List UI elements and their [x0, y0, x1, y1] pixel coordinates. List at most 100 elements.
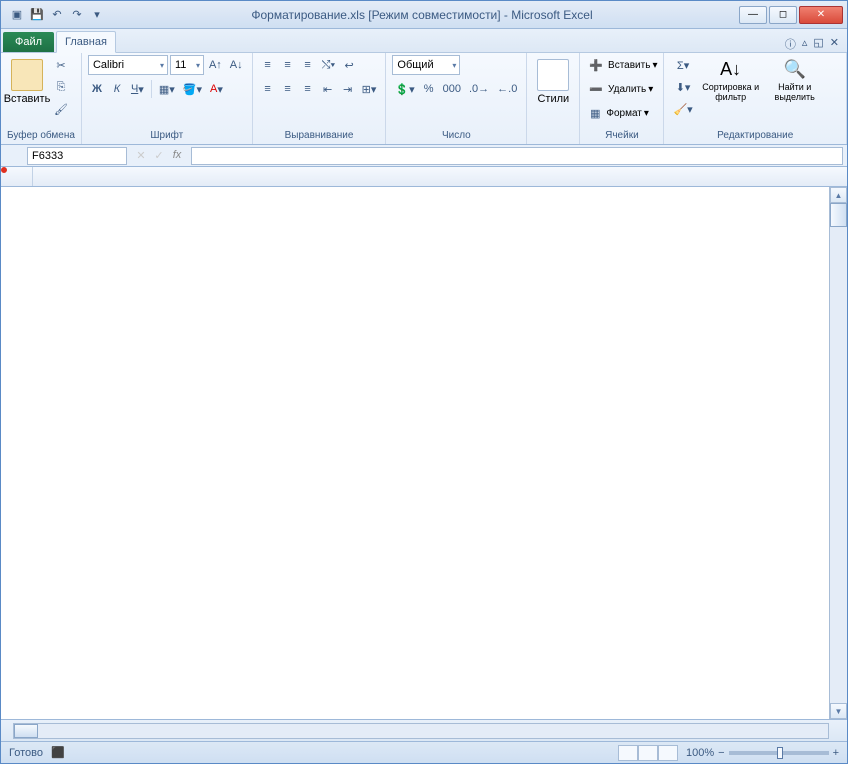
currency-icon[interactable]: 💲▾ — [392, 79, 417, 99]
data-rows — [1, 187, 847, 719]
zoom-slider[interactable] — [729, 751, 829, 755]
scroll-up-icon[interactable]: ▲ — [830, 187, 847, 203]
sheet-tab-bar — [1, 719, 847, 741]
qat-dropdown-icon[interactable]: ▾ — [89, 7, 105, 23]
group-alignment: ≡ ≡ ≡ ⤭▾ ↩ ≡ ≡ ≡ ⇤ ⇥ ⊞▾ Выравнивание — [253, 53, 387, 144]
horizontal-scrollbar[interactable] — [13, 723, 829, 739]
save-icon[interactable]: 💾 — [29, 7, 45, 23]
align-label: Выравнивание — [259, 128, 380, 144]
scroll-down-icon[interactable]: ▼ — [830, 703, 847, 719]
file-tab[interactable]: Файл — [3, 32, 54, 52]
column-headers — [1, 167, 847, 187]
clear-icon[interactable]: 🧹▾ — [670, 99, 695, 119]
align-middle-icon[interactable]: ≡ — [279, 55, 297, 75]
border-icon[interactable]: ▦▾ — [156, 79, 178, 99]
minimize-button[interactable]: — — [739, 6, 767, 24]
cut-icon[interactable]: ✂ — [51, 55, 71, 75]
autosum-icon[interactable]: Σ▾ — [670, 55, 695, 75]
select-all-corner[interactable] — [1, 167, 33, 186]
align-left-icon[interactable]: ≡ — [259, 79, 277, 99]
maximize-button[interactable]: ◻ — [769, 6, 797, 24]
wrap-text-icon[interactable]: ↩ — [340, 55, 358, 75]
align-right-icon[interactable]: ≡ — [299, 79, 317, 99]
sort-filter-icon: A↓ — [720, 59, 741, 80]
ribbon-tabs: Файл Главная ⓘ ▵ ◱ ✕ — [1, 29, 847, 53]
cancel-formula-icon[interactable]: ✕ — [133, 149, 149, 162]
close-doc-icon[interactable]: ✕ — [830, 36, 839, 52]
increase-decimal-icon[interactable]: .0→ — [466, 79, 492, 99]
group-font: Calibri 11 A↑ A↓ Ж К Ч▾ ▦▾ 🪣▾ A▾ Шрифт — [82, 53, 253, 144]
number-format-combo[interactable]: Общий — [392, 55, 460, 75]
group-editing: Σ▾ ⬇▾ 🧹▾ A↓ Сортировка и фильтр 🔍 Найти … — [664, 53, 847, 144]
comma-icon[interactable]: 000 — [440, 79, 464, 99]
ribbon: Вставить ✂ ⎘ 🖌 Буфер обмена Calibri 11 A… — [1, 53, 847, 145]
vertical-scrollbar[interactable]: ▲ ▼ — [829, 187, 847, 719]
status-ready: Готово — [9, 747, 43, 759]
decrease-decimal-icon[interactable]: ←.0 — [494, 79, 520, 99]
decrease-font-icon[interactable]: A↓ — [227, 55, 246, 75]
format-cells-icon[interactable]: ▦ — [586, 103, 604, 123]
orientation-icon[interactable]: ⤭▾ — [319, 55, 338, 75]
name-box[interactable]: F6333 — [27, 147, 127, 165]
scroll-thumb[interactable] — [830, 203, 847, 227]
font-size-combo[interactable]: 11 — [170, 55, 204, 75]
merge-icon[interactable]: ⊞▾ — [359, 79, 380, 99]
paste-button[interactable]: Вставить — [7, 55, 47, 105]
find-label: Найти и выделить — [766, 82, 824, 102]
restore-doc-icon[interactable]: ◱ — [813, 36, 823, 52]
copy-icon[interactable]: ⎘ — [51, 77, 71, 97]
sort-label: Сортировка и фильтр — [700, 82, 762, 102]
font-color-icon[interactable]: A▾ — [207, 79, 226, 99]
group-cells: ➕Вставить▾ ➖Удалить▾ ▦Формат▾ Ячейки — [580, 53, 664, 144]
excel-icon: ▣ — [9, 7, 25, 23]
accept-formula-icon[interactable]: ✓ — [151, 149, 167, 162]
minimize-ribbon-icon[interactable]: ▵ — [802, 36, 808, 52]
ribbon-tab-главная[interactable]: Главная — [56, 31, 116, 53]
styles-button[interactable]: Стили — [533, 55, 573, 105]
clipboard-label: Буфер обмена — [7, 128, 75, 144]
fx-icon[interactable]: fx — [169, 149, 185, 162]
delete-cells-icon[interactable]: ➖ — [586, 79, 606, 99]
hscroll-thumb[interactable] — [14, 724, 38, 738]
styles-label: Стили — [537, 93, 569, 105]
close-button[interactable]: ✕ — [799, 6, 843, 24]
increase-indent-icon[interactable]: ⇥ — [339, 79, 357, 99]
undo-icon[interactable]: ↶ — [49, 7, 65, 23]
window-title: Форматирование.xls [Режим совместимости]… — [105, 8, 739, 22]
styles-group-label — [533, 128, 573, 144]
formula-input[interactable] — [191, 147, 843, 165]
align-top-icon[interactable]: ≡ — [259, 55, 277, 75]
redo-icon[interactable]: ↷ — [69, 7, 85, 23]
page-layout-view-icon[interactable] — [638, 745, 658, 761]
zoom-out-icon[interactable]: − — [718, 747, 724, 759]
bold-icon[interactable]: Ж — [88, 79, 106, 99]
fill-icon[interactable]: ⬇▾ — [670, 77, 695, 97]
find-select-button[interactable]: 🔍 Найти и выделить — [766, 55, 824, 102]
italic-icon[interactable]: К — [108, 79, 126, 99]
sort-filter-button[interactable]: A↓ Сортировка и фильтр — [700, 55, 762, 102]
align-center-icon[interactable]: ≡ — [279, 79, 297, 99]
fill-color-icon[interactable]: 🪣▾ — [180, 79, 205, 99]
editing-label: Редактирование — [670, 128, 840, 144]
page-break-view-icon[interactable] — [658, 745, 678, 761]
font-name-combo[interactable]: Calibri — [88, 55, 168, 75]
format-label[interactable]: Формат — [606, 108, 642, 119]
insert-cells-icon[interactable]: ➕ — [586, 55, 606, 75]
align-bottom-icon[interactable]: ≡ — [299, 55, 317, 75]
increase-font-icon[interactable]: A↑ — [206, 55, 225, 75]
percent-icon[interactable]: % — [420, 79, 438, 99]
help-icon[interactable]: ⓘ — [785, 36, 796, 52]
group-clipboard: Вставить ✂ ⎘ 🖌 Буфер обмена — [1, 53, 82, 144]
underline-icon[interactable]: Ч▾ — [128, 79, 147, 99]
zoom-in-icon[interactable]: + — [833, 747, 839, 759]
zoom-level[interactable]: 100% — [686, 747, 714, 759]
format-painter-icon[interactable]: 🖌 — [51, 99, 71, 119]
window-buttons: — ◻ ✕ — [739, 6, 843, 24]
macro-record-icon[interactable]: ⬛ — [51, 746, 65, 759]
cells-label: Ячейки — [586, 128, 657, 144]
decrease-indent-icon[interactable]: ⇤ — [319, 79, 337, 99]
normal-view-icon[interactable] — [618, 745, 638, 761]
delete-label[interactable]: Удалить — [608, 84, 646, 95]
status-bar: Готово ⬛ 100% − + — [1, 741, 847, 763]
insert-label[interactable]: Вставить — [608, 60, 650, 71]
